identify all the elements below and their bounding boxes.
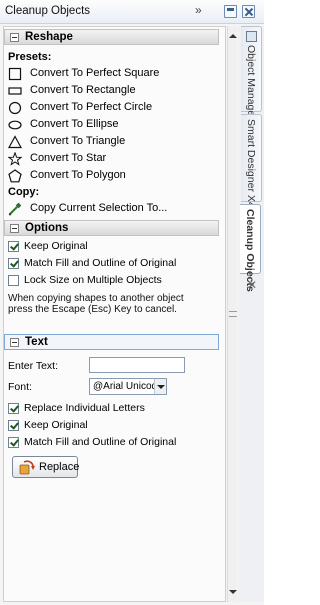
- docker-title: Cleanup Objects: [5, 5, 91, 17]
- checkbox[interactable]: [8, 420, 19, 431]
- checkbox-label: Match Fill and Outline of Original: [24, 257, 177, 269]
- replace-letters-checkbox[interactable]: Replace Individual Letters: [8, 402, 220, 416]
- tab-cleanup-objects[interactable]: Cleanup Objects: [240, 204, 261, 292]
- object-manager-icon: [246, 31, 257, 42]
- checkbox[interactable]: [8, 241, 19, 252]
- enter-text-input[interactable]: [89, 357, 185, 373]
- preset-label: Convert To Triangle: [30, 135, 126, 147]
- font-select-value: @Arial Unicode MS: [93, 381, 155, 392]
- match-fill-outline-checkbox[interactable]: Match Fill and Outline of Original: [8, 257, 220, 271]
- preset-label: Convert To Rectangle: [30, 84, 136, 96]
- checkbox-label: Replace Individual Letters: [24, 402, 145, 414]
- docker-tab-strip: Object Manager Smart Designer X4 Cleanup…: [238, 26, 264, 602]
- text-header-label: Text: [25, 336, 48, 348]
- minimize-button[interactable]: [224, 5, 237, 18]
- keep-original-checkbox[interactable]: Keep Original: [8, 240, 220, 254]
- checkbox[interactable]: [8, 258, 19, 269]
- checkbox[interactable]: [8, 403, 19, 414]
- preset-star[interactable]: Convert To Star: [8, 151, 218, 167]
- tab-label: Smart Designer X4: [245, 119, 257, 208]
- options-section-header[interactable]: Options: [4, 220, 219, 236]
- replace-icon: [19, 460, 35, 475]
- tab-label: Object Manager: [245, 45, 257, 120]
- reshape-header-label: Reshape: [25, 31, 73, 43]
- font-label: Font:: [8, 381, 32, 393]
- preset-perfect-square[interactable]: Convert To Perfect Square: [8, 66, 218, 82]
- chevron-down-icon[interactable]: [154, 379, 166, 394]
- scroll-up-icon[interactable]: [229, 34, 237, 38]
- circle-icon: [8, 101, 22, 115]
- preset-label: Convert To Polygon: [30, 169, 126, 181]
- note-line: press the Escape (Esc) Key to cancel.: [8, 304, 177, 315]
- docker-title-bar: Cleanup Objects »: [0, 0, 264, 24]
- scroll-down-icon[interactable]: [229, 590, 237, 594]
- preset-perfect-circle[interactable]: Convert To Perfect Circle: [8, 100, 218, 116]
- collapse-icon[interactable]: [10, 338, 19, 347]
- rectangle-icon: [8, 87, 22, 95]
- checkbox[interactable]: [8, 437, 19, 448]
- preset-label: Convert To Perfect Square: [30, 67, 160, 79]
- text-keep-original-checkbox[interactable]: Keep Original: [8, 419, 220, 433]
- triangle-icon: [8, 135, 22, 149]
- polygon-icon: [8, 169, 22, 183]
- collapse-icon[interactable]: [10, 224, 19, 233]
- tab-object-manager[interactable]: Object Manager: [241, 26, 262, 120]
- escape-note: When copying shapes to another object pr…: [8, 293, 220, 315]
- copy-selection-action[interactable]: Copy Current Selection To...: [8, 201, 218, 217]
- preset-label: Convert To Star: [30, 152, 107, 164]
- eyedropper-icon: [8, 202, 22, 216]
- checkbox-label: Match Fill and Outline of Original: [24, 436, 177, 448]
- docker-window: Cleanup Objects » Reshape Presets: Conve…: [0, 0, 264, 605]
- preset-triangle[interactable]: Convert To Triangle: [8, 134, 218, 150]
- checkbox-label: Keep Original: [24, 419, 88, 431]
- preset-ellipse[interactable]: Convert To Ellipse: [8, 117, 218, 133]
- square-icon: [8, 67, 22, 81]
- preset-rectangle[interactable]: Convert To Rectangle: [8, 83, 218, 99]
- preset-polygon[interactable]: Convert To Polygon: [8, 168, 218, 184]
- checkbox[interactable]: [8, 275, 19, 286]
- close-tab-icon[interactable]: ✕: [247, 278, 257, 292]
- overflow-chevron-icon[interactable]: »: [195, 3, 202, 17]
- text-section-header[interactable]: Text: [4, 334, 219, 350]
- preset-label: Convert To Perfect Circle: [30, 101, 153, 113]
- reshape-section-header[interactable]: Reshape: [4, 29, 219, 45]
- replace-button[interactable]: Replace: [12, 456, 80, 478]
- checkbox-label: Keep Original: [24, 240, 88, 252]
- preset-label: Convert To Ellipse: [30, 118, 119, 130]
- lock-size-checkbox[interactable]: Lock Size on Multiple Objects: [8, 274, 220, 288]
- scroll-grip-icon[interactable]: [229, 311, 237, 317]
- checkbox-label: Lock Size on Multiple Objects: [24, 274, 162, 286]
- ellipse-icon: [8, 120, 22, 130]
- close-button[interactable]: [242, 5, 255, 18]
- copy-action-label: Copy Current Selection To...: [30, 202, 168, 214]
- vertical-scrollbar[interactable]: [227, 26, 237, 602]
- font-select[interactable]: @Arial Unicode MS: [89, 378, 167, 395]
- text-match-fill-checkbox[interactable]: Match Fill and Outline of Original: [8, 436, 220, 450]
- star-icon: [8, 152, 22, 166]
- options-header-label: Options: [25, 222, 69, 234]
- presets-label: Presets:: [8, 51, 52, 63]
- note-line: When copying shapes to another object: [8, 293, 184, 304]
- enter-text-label: Enter Text:: [8, 360, 58, 372]
- copy-label: Copy:: [8, 186, 40, 198]
- collapse-icon[interactable]: [10, 33, 19, 42]
- tab-smart-designer[interactable]: Smart Designer X4: [241, 114, 262, 208]
- replace-button-label: Replace: [39, 461, 80, 473]
